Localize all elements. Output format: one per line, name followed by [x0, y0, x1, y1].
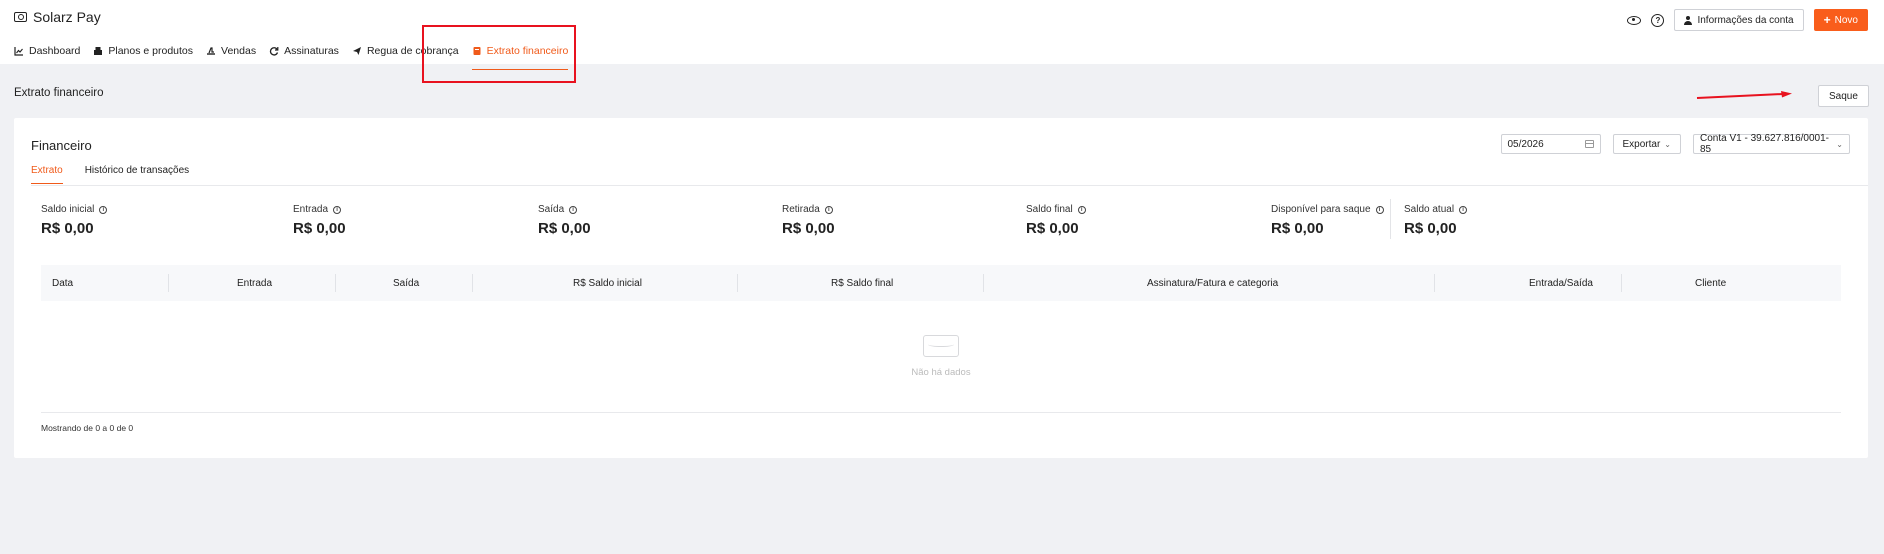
annotation-arrow: [1696, 91, 1792, 99]
highlight-box: [422, 25, 576, 83]
info-icon[interactable]: i: [333, 205, 342, 214]
column-header[interactable]: Cliente: [1695, 265, 1726, 301]
stat-value: R$ 0,00: [293, 220, 346, 237]
nav-label: Planos e produtos: [108, 45, 194, 57]
pagination-info: Mostrando de 0 a 0 de 0: [41, 423, 134, 433]
stat-label: Saldo final: [1026, 204, 1073, 215]
money-icon: [14, 12, 27, 22]
tabs-divider: [31, 185, 1868, 186]
info-icon[interactable]: i: [99, 205, 108, 214]
stat-value: R$ 0,00: [538, 220, 591, 237]
nav-label: Assinaturas: [284, 45, 339, 57]
chart-icon: [14, 46, 24, 56]
info-icon[interactable]: i: [1077, 205, 1086, 214]
account-info-button[interactable]: Informações da conta: [1674, 9, 1804, 31]
info-icon[interactable]: i: [824, 205, 833, 214]
box-icon: [93, 46, 103, 56]
column-header[interactable]: Entrada: [237, 265, 272, 301]
column-header[interactable]: Saída: [393, 265, 419, 301]
stat-label: Saldo inicial: [41, 204, 95, 215]
stat-saldo-atual: Saldo atual i R$ 0,00: [1404, 204, 1468, 237]
empty-text: Não há dados: [911, 367, 971, 378]
info-icon[interactable]: i: [1459, 205, 1468, 214]
user-icon: [1684, 15, 1693, 25]
column-header[interactable]: Entrada/Saída: [1529, 265, 1593, 301]
filters: 05/2026 Exportar ⌄ Conta V1 - 39.627.816…: [1500, 133, 1850, 155]
table-header: Data Entrada Saída R$ Saldo inicial R$ S…: [41, 265, 1841, 301]
tab-historico[interactable]: Histórico de transações: [85, 165, 190, 179]
nav-label: Vendas: [221, 45, 257, 57]
stat-label: Saída: [538, 204, 565, 215]
chevron-down-icon: ⌄: [1664, 139, 1671, 149]
sales-icon: [206, 46, 216, 56]
eye-icon[interactable]: [1627, 15, 1642, 25]
new-label: Novo: [1834, 14, 1858, 26]
saque-button[interactable]: Saque: [1818, 85, 1869, 107]
export-label: Exportar: [1622, 138, 1661, 150]
stat-disponivel: Disponível para saque i R$ 0,00: [1271, 204, 1384, 237]
brand[interactable]: Solarz Pay: [14, 9, 101, 25]
stat-saldo-final: Saldo final i R$ 0,00: [1026, 204, 1086, 237]
calendar-icon: [1584, 140, 1594, 148]
top-bar: Solarz Pay Dashboard Planos e produtos V…: [0, 0, 1884, 70]
tabs: Extrato Histórico de transações: [31, 165, 190, 184]
info-icon[interactable]: i: [569, 205, 578, 214]
stat-value: R$ 0,00: [1026, 220, 1079, 237]
stat-value: R$ 0,00: [1404, 220, 1457, 237]
stat-saldo-inicial: Saldo inicial i R$ 0,00: [41, 204, 108, 237]
column-header[interactable]: Data: [52, 265, 73, 301]
column-header[interactable]: R$ Saldo final: [831, 265, 893, 301]
tab-extrato[interactable]: Extrato: [31, 165, 63, 184]
stat-value: R$ 0,00: [41, 220, 94, 237]
account-select[interactable]: Conta V1 - 39.627.816/0001-85 ⌄: [1693, 133, 1850, 155]
stat-entrada: Entrada i R$ 0,00: [293, 204, 346, 237]
nav-label: Dashboard: [29, 45, 81, 57]
export-button[interactable]: Exportar ⌄: [1612, 134, 1681, 154]
column-header[interactable]: R$ Saldo inicial: [573, 265, 642, 301]
stat-divider: [1390, 199, 1391, 239]
stat-label: Saldo atual: [1404, 204, 1455, 215]
stat-saida: Saída i R$ 0,00: [538, 204, 591, 237]
stat-retirada: Retirada i R$ 0,00: [782, 204, 835, 237]
nav-item-planos[interactable]: Planos e produtos: [93, 42, 193, 60]
stat-label: Disponível para saque: [1271, 204, 1371, 215]
card-title: Financeiro: [31, 138, 92, 153]
refresh-icon: [269, 46, 279, 56]
stat-label: Retirada: [782, 204, 820, 215]
stat-value: R$ 0,00: [782, 220, 835, 237]
plus-icon: +: [1823, 13, 1831, 27]
account-info-label: Informações da conta: [1697, 14, 1794, 26]
chevron-down-icon: ⌄: [1836, 139, 1843, 149]
nav-item-assinaturas[interactable]: Assinaturas: [269, 42, 339, 60]
account-value: Conta V1 - 39.627.816/0001-85: [1700, 133, 1829, 155]
transactions-table: Data Entrada Saída R$ Saldo inicial R$ S…: [41, 265, 1841, 413]
financeiro-card: Financeiro 05/2026 Exportar ⌄ Conta V1 -…: [14, 118, 1868, 458]
empty-state: Não há dados: [41, 301, 1841, 413]
app-title: Solarz Pay: [33, 9, 101, 25]
header-actions: ? Informações da conta + Novo: [1627, 9, 1868, 31]
month-picker[interactable]: 05/2026: [1500, 134, 1601, 154]
info-icon[interactable]: i: [1375, 205, 1384, 214]
stat-label: Entrada: [293, 204, 329, 215]
new-button[interactable]: + Novo: [1813, 9, 1868, 31]
help-icon[interactable]: ?: [1651, 13, 1665, 27]
send-icon: [352, 46, 362, 56]
nav-item-vendas[interactable]: Vendas: [206, 42, 256, 60]
month-value: 05/2026: [1507, 138, 1544, 150]
page-title: Extrato financeiro: [14, 87, 104, 99]
nav-item-dashboard[interactable]: Dashboard: [14, 42, 80, 60]
stats-row: Saldo inicial i R$ 0,00 Entrada i R$ 0,00 …: [14, 199, 1868, 254]
empty-inbox-icon: [923, 335, 959, 357]
column-header[interactable]: Assinatura/Fatura e categoria: [1147, 265, 1278, 301]
stat-value: R$ 0,00: [1271, 220, 1324, 237]
